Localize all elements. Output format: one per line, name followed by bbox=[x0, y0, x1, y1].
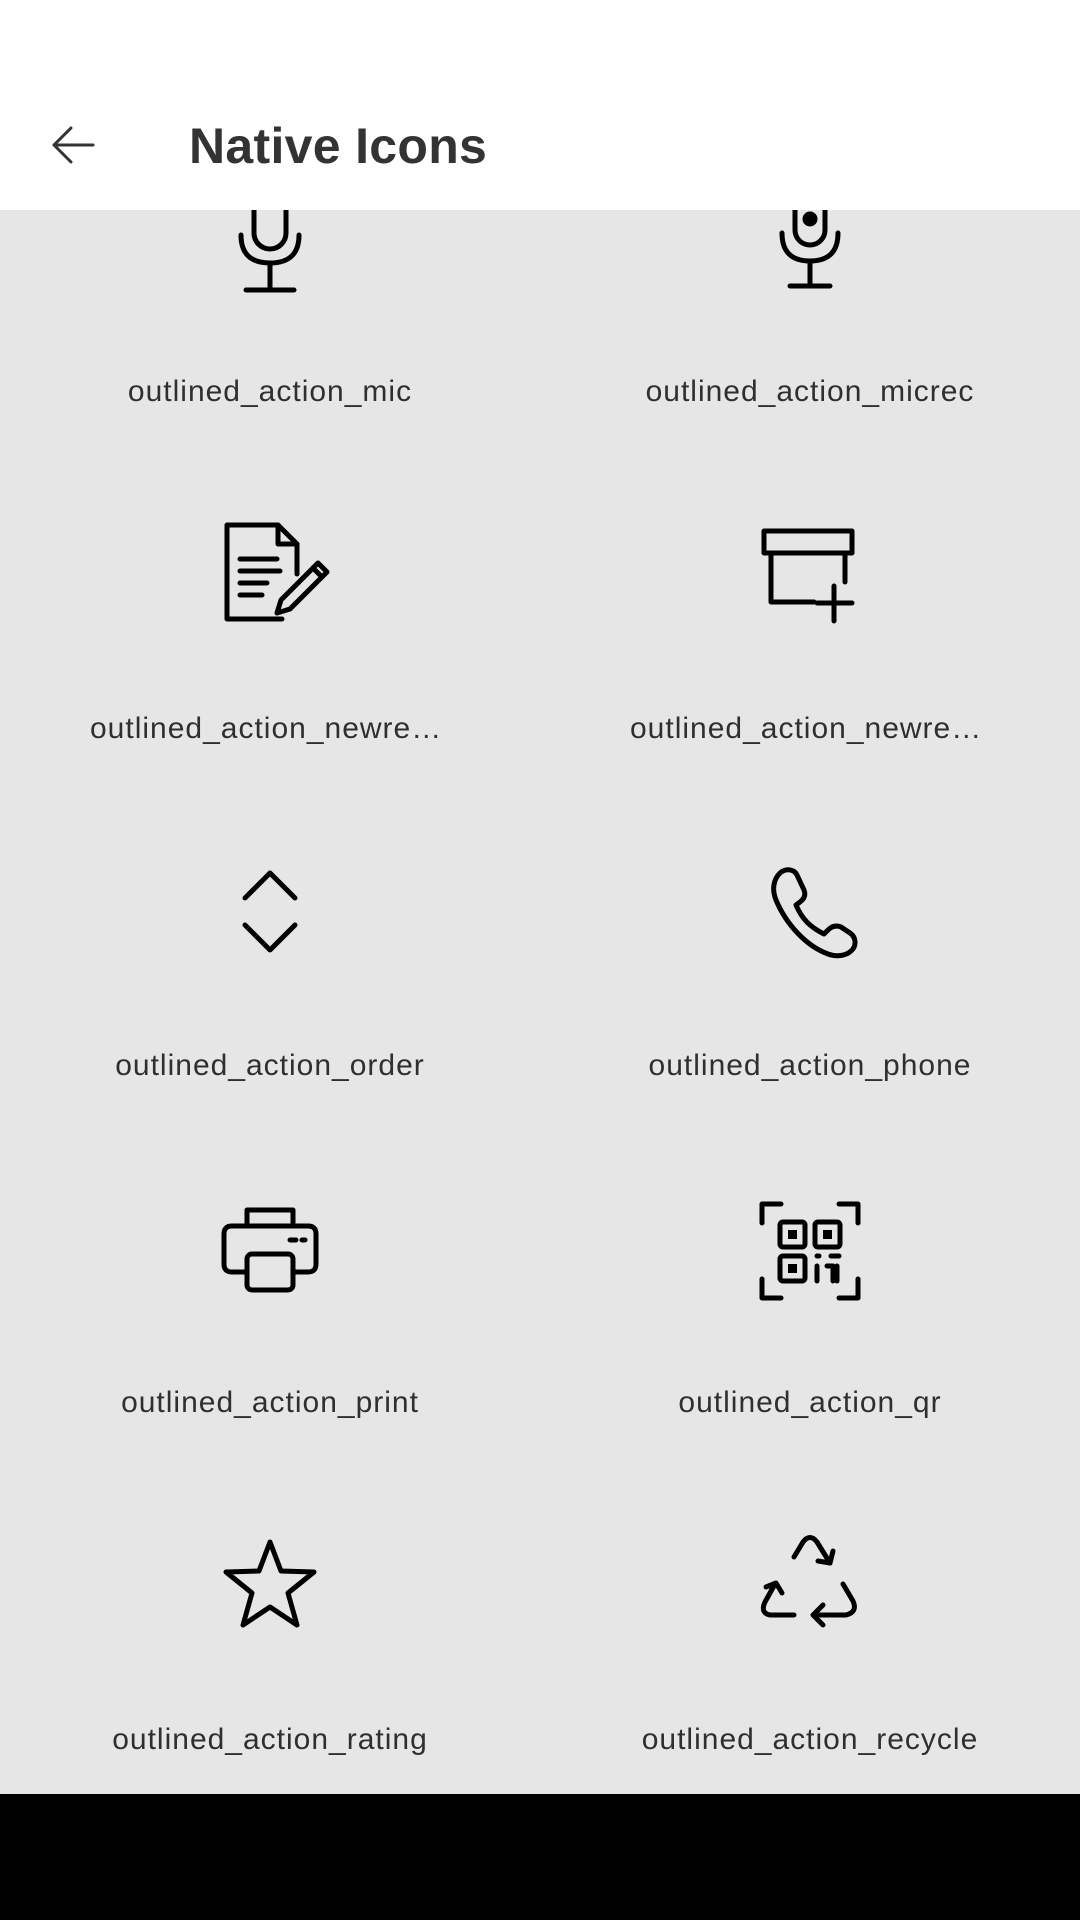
icon-item-recycle[interactable]: outlined_action_recycle bbox=[540, 1414, 1080, 1756]
qr-code-icon bbox=[750, 1190, 870, 1310]
icon-item-newrecord-archive[interactable]: outlined_action_newrecord bbox=[540, 403, 1080, 745]
status-bar bbox=[0, 0, 1080, 84]
document-edit-icon bbox=[210, 516, 330, 636]
icon-item-order[interactable]: outlined_action_order bbox=[0, 740, 540, 1082]
icon-item-rating[interactable]: outlined_action_rating bbox=[0, 1414, 540, 1756]
sort-order-icon bbox=[210, 853, 330, 973]
navigation-bar bbox=[0, 1794, 1080, 1920]
icon-item-print[interactable]: outlined_action_print bbox=[0, 1077, 540, 1419]
mic-icon bbox=[210, 210, 330, 299]
icon-label: outlined_action_recycle bbox=[641, 1723, 979, 1756]
icon-item-micrec[interactable]: outlined_action_micrec bbox=[540, 210, 1080, 408]
icon-item-phone[interactable]: outlined_action_phone bbox=[540, 740, 1080, 1082]
icon-list[interactable]: outlined_action_mic outlined_action_micr… bbox=[0, 210, 1080, 1794]
archive-add-icon bbox=[750, 516, 870, 636]
mic-record-icon bbox=[750, 210, 870, 299]
printer-icon bbox=[210, 1190, 330, 1310]
page-title: Native Icons bbox=[189, 118, 488, 174]
app-bar: Native Icons bbox=[0, 84, 1080, 210]
arrow-left-icon bbox=[52, 126, 95, 164]
icon-item-newrecord[interactable]: outlined_action_newrecord bbox=[0, 403, 540, 745]
phone-icon bbox=[750, 853, 870, 973]
back-button[interactable] bbox=[34, 106, 112, 184]
icon-item-mic[interactable]: outlined_action_mic bbox=[0, 210, 540, 408]
recycle-icon bbox=[750, 1527, 870, 1647]
icon-label: outlined_action_rating bbox=[112, 1723, 428, 1756]
icon-item-qr[interactable]: outlined_action_qr bbox=[540, 1077, 1080, 1419]
star-icon bbox=[210, 1527, 330, 1647]
